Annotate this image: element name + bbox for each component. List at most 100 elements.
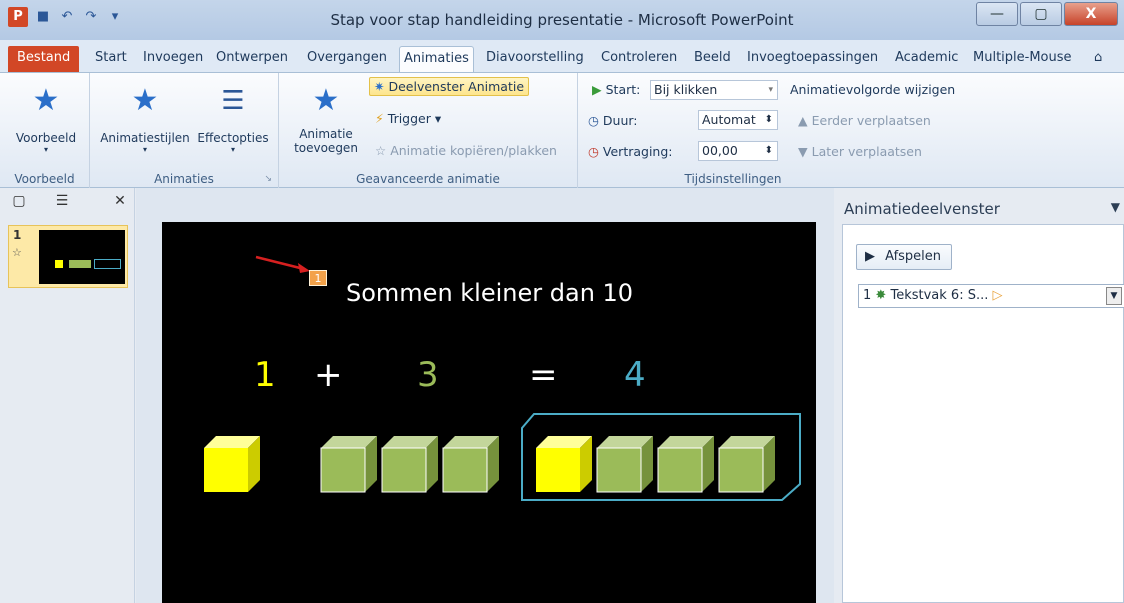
animatievolgorde-label: Animatievolgorde wijzigen (790, 82, 956, 97)
animatie-toevoegen-button[interactable]: ★ Animatie toevoegen (283, 81, 369, 155)
tab-invoegtoepassingen[interactable]: Invoegtoepassingen (743, 46, 882, 72)
ribbon: ★ Voorbeeld ▾ Voorbeeld ★ Animatiestijle… (0, 73, 1124, 188)
cube-yellow (536, 436, 592, 492)
afspelen-label: Afspelen (885, 249, 942, 264)
group-label-animaties: Animaties (154, 172, 214, 186)
cube-green (718, 436, 775, 493)
cube-green (442, 436, 499, 493)
later-verplaatsen-button[interactable]: ▼ Later verplaatsen (798, 144, 922, 159)
vertraging-stepper[interactable]: 00,00 ⬍ (698, 141, 778, 161)
chevron-down-icon: ▾ (768, 85, 773, 95)
title-bar: P ■ ↶ ↷ ▾ Stap voor stap handleiding pre… (0, 0, 1124, 40)
timeline-marker-icon: ▷ (992, 288, 1003, 303)
spin-icon[interactable]: ⬍ (765, 111, 773, 129)
red-arrow-icon (255, 255, 310, 273)
group-animaties: ★ Animatiestijlen ▾ ☰ Effectopties ▾ Ani… (90, 73, 279, 188)
animation-pane: Animatiedeelvenster ▼ ▶ Afspelen 1 ✸ Tek… (836, 188, 1124, 603)
slide[interactable]: 1 Sommen kleiner dan 10 1 + 3 = 4 (162, 222, 816, 603)
slide-title[interactable]: Sommen kleiner dan 10 (346, 279, 633, 307)
tab-animaties[interactable]: Animaties (399, 46, 474, 72)
item-dropdown-icon[interactable]: ▼ (1106, 287, 1122, 305)
down-arrow-icon: ▼ (798, 144, 808, 159)
tab-overgangen[interactable]: Overgangen (303, 46, 391, 72)
collapse-ribbon-icon[interactable]: ⌂ (1090, 46, 1106, 72)
start-select[interactable]: Bij klikken ▾ (650, 80, 778, 100)
animatiestijlen-button[interactable]: ★ Animatiestijlen ▾ (96, 81, 194, 154)
tab-academic[interactable]: Academic (891, 46, 962, 72)
preview-star-icon: ★ (32, 83, 60, 118)
tab-ontwerpen[interactable]: Ontwerpen (212, 46, 292, 72)
animation-list-item[interactable]: 1 ✸ Tekstvak 6: S... ▷ ▼ (858, 284, 1124, 308)
toevoegen-label-1: Animatie (299, 127, 353, 141)
animation-order-tag[interactable]: 1 (309, 270, 327, 286)
pane-menu-icon[interactable]: ▼ (1111, 200, 1120, 214)
trigger-label: Trigger (387, 111, 431, 126)
group-label-voorbeeld: Voorbeeld (14, 172, 75, 186)
group-tijdsinstellingen: ▶ Start: Bij klikken ▾ ◷ Duur: Automat ⬍… (578, 73, 968, 188)
dialog-launcher-icon[interactable]: ↘ (264, 174, 272, 184)
afspelen-button[interactable]: ▶ Afspelen (856, 244, 952, 270)
ribbon-tabs: Bestand Start Invoegen Ontwerpen Overgan… (0, 40, 1124, 73)
up-arrow-icon: ▲ (798, 113, 808, 128)
animation-indicator-icon: ☆ (12, 246, 22, 259)
effectopties-label: Effectopties (197, 131, 269, 145)
trigger-button[interactable]: ⚡ Trigger ▾ (375, 111, 441, 126)
deelvenster-animatie-button[interactable]: ✷ Deelvenster Animatie (369, 77, 530, 96)
cube-green (657, 436, 714, 493)
animation-pane-body: ▶ Afspelen 1 ✸ Tekstvak 6: S... ▷ ▼ (842, 224, 1124, 603)
tab-invoegen[interactable]: Invoegen (139, 46, 207, 72)
play-icon: ▶ (865, 249, 875, 264)
clock-icon: ◷ (588, 113, 599, 128)
equation-plus: + (314, 355, 343, 395)
eerder-label: Eerder verplaatsen (811, 113, 931, 128)
slide-number: 1 (13, 228, 22, 242)
equation-number-1: 1 (254, 355, 276, 395)
group-voorbeeld: ★ Voorbeeld ▾ Voorbeeld (0, 73, 90, 188)
lightning-icon: ⚡ (375, 111, 384, 126)
tab-bestand[interactable]: Bestand (8, 46, 80, 72)
tab-beeld[interactable]: Beeld (690, 46, 735, 72)
delay-clock-icon: ◷ (588, 144, 599, 159)
group-label-tijdsinstellingen: Tijdsinstellingen (684, 172, 782, 186)
maximize-button[interactable]: ▢ (1020, 2, 1062, 26)
tab-multiple-mouse[interactable]: Multiple-Mouse (969, 46, 1076, 72)
cube-green (320, 436, 377, 493)
start-value: Bij klikken (654, 82, 718, 97)
outline-tab-icon[interactable]: ☰ (52, 193, 72, 211)
toevoegen-label-2: toevoegen (294, 141, 358, 155)
animatie-kopieren-button[interactable]: ☆ Animatie kopiëren/plakken (375, 143, 557, 158)
cube-yellow (204, 436, 260, 492)
vertraging-row: ◷ Vertraging: (588, 144, 673, 159)
tab-start[interactable]: Start (91, 46, 131, 72)
chevron-down-icon: ▾ (43, 145, 48, 154)
spin-icon[interactable]: ⬍ (765, 142, 773, 160)
vertraging-value: 00,00 (702, 143, 738, 158)
slides-tab-icon[interactable]: ▢ (9, 193, 29, 211)
eerder-verplaatsen-button[interactable]: ▲ Eerder verplaatsen (798, 113, 931, 128)
close-pane-icon[interactable]: ✕ (110, 193, 130, 211)
close-button[interactable]: X (1064, 2, 1118, 26)
duur-stepper[interactable]: Automat ⬍ (698, 110, 778, 130)
chevron-down-icon: ▾ (230, 145, 235, 154)
voorbeeld-button[interactable]: ★ Voorbeeld ▾ (8, 81, 84, 154)
equation-number-3: 3 (417, 355, 439, 395)
effectopties-button[interactable]: ☰ Effectopties ▾ (192, 81, 274, 154)
tab-controleren[interactable]: Controleren (597, 46, 681, 72)
vertraging-label: Vertraging: (602, 144, 673, 159)
list-icon: ☰ (221, 86, 245, 116)
window-title: Stap voor stap handleiding presentatie -… (330, 11, 794, 29)
copy-animation-icon: ☆ (375, 143, 387, 158)
minimize-button[interactable]: — (976, 2, 1018, 26)
duur-label: Duur: (602, 113, 638, 128)
tab-diavoorstelling[interactable]: Diavoorstelling (482, 46, 588, 72)
animatiestijlen-label: Animatiestijlen (100, 131, 190, 145)
deelvenster-label: Deelvenster Animatie (388, 79, 525, 94)
chevron-down-icon: ▾ (142, 145, 147, 154)
slide-thumbnail (39, 230, 125, 284)
animation-item-number: 1 (863, 288, 872, 303)
duur-value: Automat (702, 112, 756, 127)
slide-thumbnail-selected[interactable]: 1 ☆ (8, 225, 128, 288)
group-geavanceerde-animatie: ★ Animatie toevoegen ✷ Deelvenster Anima… (279, 73, 578, 188)
star-icon: ★ (131, 83, 159, 118)
play-icon: ▶ (592, 82, 602, 97)
